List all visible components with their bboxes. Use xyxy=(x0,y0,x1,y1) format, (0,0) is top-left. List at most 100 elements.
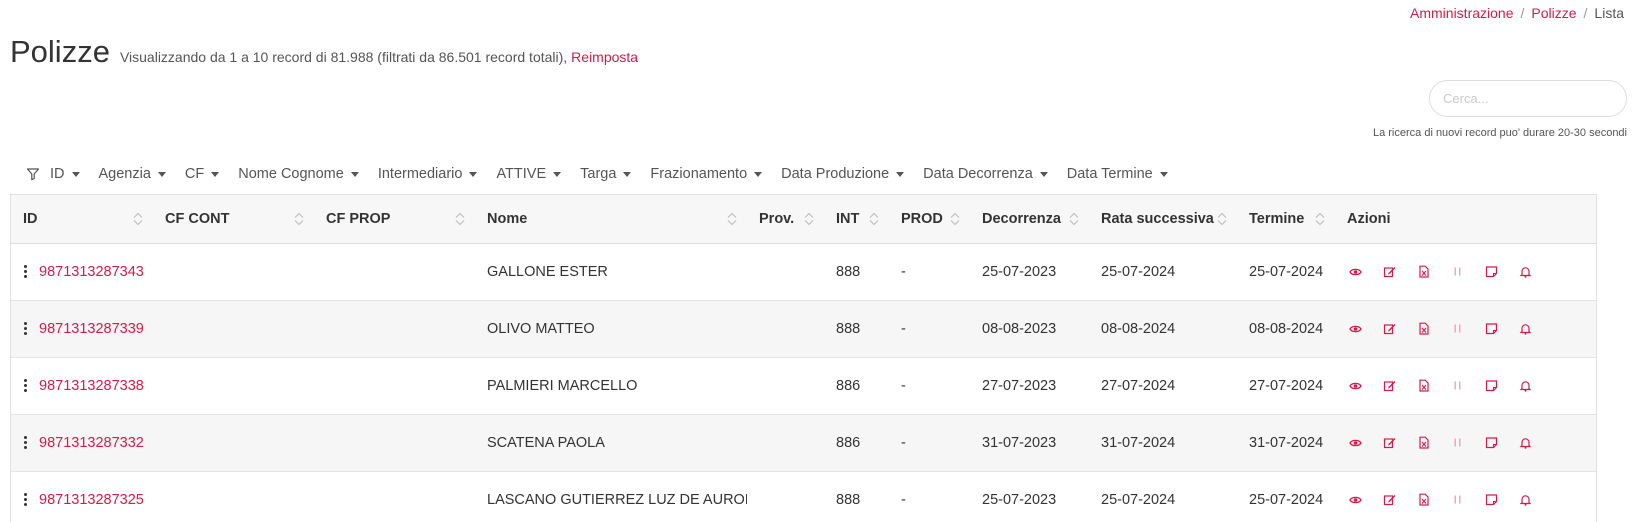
filter-agenzia[interactable]: Agenzia xyxy=(99,166,166,182)
pdf-file-icon[interactable] xyxy=(1415,492,1431,508)
records-summary-text: Visualizzando da 1 a 10 record di 81.988… xyxy=(119,49,568,65)
sort-icon[interactable] xyxy=(133,212,143,226)
row-actions xyxy=(1347,492,1584,508)
bell-icon[interactable] xyxy=(1517,264,1533,280)
pause-icon[interactable] xyxy=(1449,378,1465,394)
column-header-nome[interactable]: Nome xyxy=(475,195,747,244)
pdf-file-icon[interactable] xyxy=(1415,321,1431,337)
filter-data-decorrenza[interactable]: Data Decorrenza xyxy=(923,166,1048,182)
eye-icon[interactable] xyxy=(1347,435,1363,451)
name-cell: SCATENA PAOLA xyxy=(475,414,747,472)
actions-cell xyxy=(1335,414,1596,472)
column-header-decorrenza[interactable]: Decorrenza xyxy=(970,195,1089,244)
chevron-down-icon xyxy=(71,171,80,177)
column-header-cf-prop[interactable]: CF PROP xyxy=(314,195,475,244)
breadcrumb-link-amministrazione[interactable]: Amministrazione xyxy=(1410,5,1513,21)
filter-data-produzione[interactable]: Data Produzione xyxy=(781,166,905,182)
sort-icon[interactable] xyxy=(727,212,737,226)
filter-id[interactable]: ID xyxy=(50,166,80,182)
end-date-cell: 25-07-2024 xyxy=(1237,471,1335,522)
chevron-down-icon xyxy=(1159,171,1168,177)
policy-id-link[interactable]: 9871313287325 xyxy=(39,492,144,508)
column-header-id[interactable]: ID xyxy=(11,195,153,244)
column-title: ID xyxy=(23,210,38,227)
chevron-down-icon xyxy=(623,171,632,177)
filter-targa[interactable]: Targa xyxy=(580,166,632,182)
filter-intermediario[interactable]: Intermediario xyxy=(378,166,478,182)
filter-data-termine[interactable]: Data Termine xyxy=(1067,166,1168,182)
sort-icon[interactable] xyxy=(455,212,465,226)
policy-id-link[interactable]: 9871313287338 xyxy=(39,378,144,394)
note-icon[interactable] xyxy=(1483,435,1499,451)
chevron-down-icon xyxy=(754,171,763,177)
kebab-menu-icon[interactable] xyxy=(24,436,27,449)
edit-icon[interactable] xyxy=(1381,378,1397,394)
prod-cell: - xyxy=(889,300,970,358)
filter-attive[interactable]: ATTIVE xyxy=(496,166,562,182)
edit-icon[interactable] xyxy=(1381,264,1397,280)
pause-icon[interactable] xyxy=(1449,435,1465,451)
filter-nome-cognome[interactable]: Nome Cognome xyxy=(238,166,359,182)
pause-icon[interactable] xyxy=(1449,492,1465,508)
id-cell-content: 9871313287339 xyxy=(23,301,144,357)
eye-icon[interactable] xyxy=(1347,492,1363,508)
name-cell: PALMIERI MARCELLO xyxy=(475,357,747,415)
note-icon[interactable] xyxy=(1483,264,1499,280)
cf-prop-cell xyxy=(314,300,475,358)
column-header-prod[interactable]: PROD xyxy=(889,195,970,244)
pause-icon[interactable] xyxy=(1449,264,1465,280)
pdf-file-icon[interactable] xyxy=(1415,435,1431,451)
policy-id-link[interactable]: 9871313287339 xyxy=(39,321,144,337)
bell-icon[interactable] xyxy=(1517,492,1533,508)
note-icon[interactable] xyxy=(1483,321,1499,337)
note-icon[interactable] xyxy=(1483,492,1499,508)
filter-cf[interactable]: CF xyxy=(185,166,220,182)
start-date-cell: 31-07-2023 xyxy=(970,414,1089,472)
sort-icon[interactable] xyxy=(1315,212,1325,226)
kebab-menu-icon[interactable] xyxy=(24,265,27,278)
filter-frazionamento[interactable]: Frazionamento xyxy=(650,166,763,182)
sort-icon[interactable] xyxy=(950,212,960,226)
edit-icon[interactable] xyxy=(1381,492,1397,508)
kebab-menu-icon[interactable] xyxy=(24,493,27,506)
pause-icon[interactable] xyxy=(1449,321,1465,337)
kebab-menu-icon[interactable] xyxy=(24,322,27,335)
reset-link[interactable]: Reimposta xyxy=(571,49,638,65)
sort-icon[interactable] xyxy=(294,212,304,226)
bell-icon[interactable] xyxy=(1517,321,1533,337)
eye-icon[interactable] xyxy=(1347,378,1363,394)
breadcrumb-link-polizze[interactable]: Polizze xyxy=(1531,5,1576,21)
column-header-rata-successiva[interactable]: Rata successiva xyxy=(1089,195,1237,244)
bell-icon[interactable] xyxy=(1517,378,1533,394)
column-title: Rata successiva xyxy=(1101,210,1214,227)
id-cell: 9871313287343 xyxy=(11,243,153,301)
next-installment-cell: 25-07-2024 xyxy=(1089,471,1237,522)
note-icon[interactable] xyxy=(1483,378,1499,394)
sort-icon[interactable] xyxy=(804,212,814,226)
chevron-down-icon xyxy=(469,171,478,177)
column-header-cf-cont[interactable]: CF CONT xyxy=(153,195,314,244)
column-header-termine[interactable]: Termine xyxy=(1237,195,1335,244)
sort-icon[interactable] xyxy=(869,212,879,226)
column-header-prov[interactable]: Prov. xyxy=(747,195,824,244)
bell-icon[interactable] xyxy=(1517,435,1533,451)
pdf-file-icon[interactable] xyxy=(1415,378,1431,394)
end-date-cell: 27-07-2024 xyxy=(1237,357,1335,415)
sort-icon[interactable] xyxy=(1069,212,1079,226)
pdf-file-icon[interactable] xyxy=(1415,264,1431,280)
policy-id-link[interactable]: 9871313287343 xyxy=(39,264,144,280)
column-header-int[interactable]: INT xyxy=(824,195,889,244)
kebab-menu-icon[interactable] xyxy=(24,379,27,392)
sort-icon[interactable] xyxy=(1217,212,1227,226)
cf-prop-cell xyxy=(314,414,475,472)
policy-id-link[interactable]: 9871313287332 xyxy=(39,435,144,451)
filter-label: Nome Cognome xyxy=(238,166,344,182)
eye-icon[interactable] xyxy=(1347,264,1363,280)
edit-icon[interactable] xyxy=(1381,321,1397,337)
start-date-cell: 27-07-2023 xyxy=(970,357,1089,415)
search-input[interactable] xyxy=(1429,80,1627,117)
cf-cont-cell xyxy=(153,243,314,301)
eye-icon[interactable] xyxy=(1347,321,1363,337)
filter-label: Data Produzione xyxy=(781,166,890,182)
edit-icon[interactable] xyxy=(1381,435,1397,451)
